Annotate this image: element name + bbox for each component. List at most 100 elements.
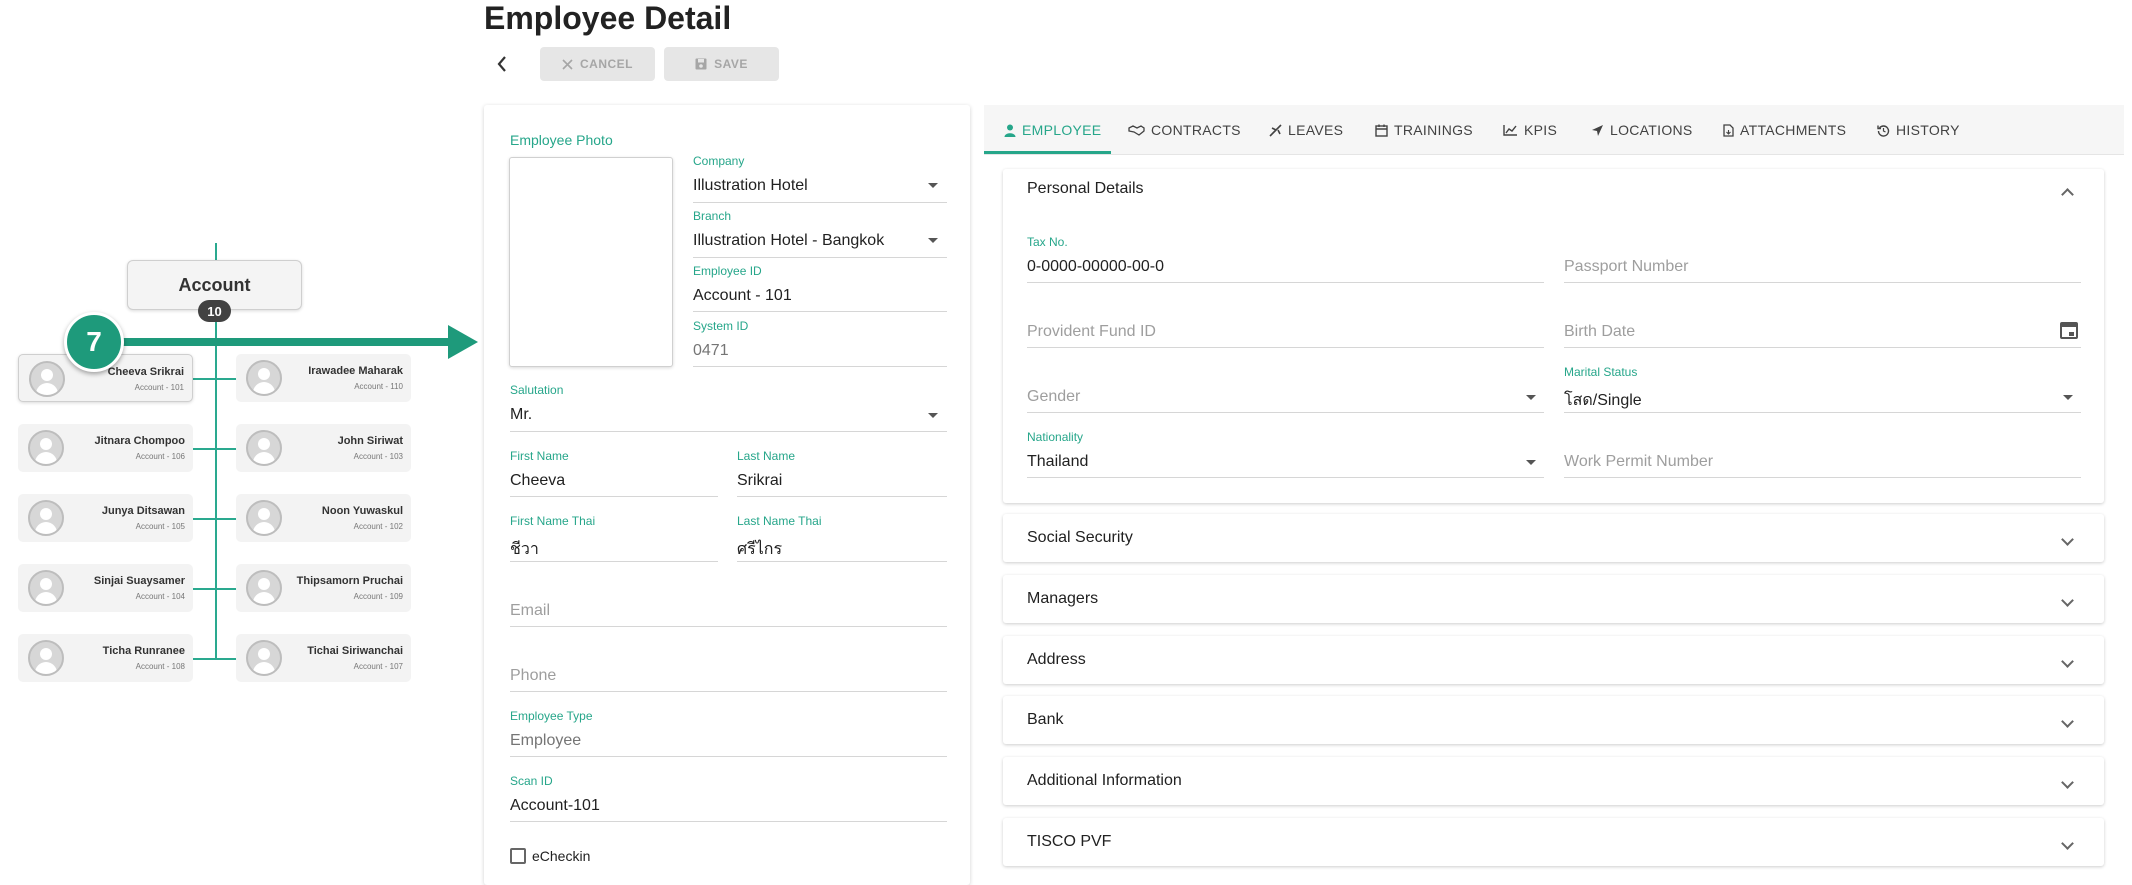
tisco-pvf-section[interactable] [1003, 818, 2104, 866]
employee-code: Account - 106 [135, 452, 185, 461]
step-number-badge: 7 [64, 312, 124, 372]
personal-details-header[interactable]: Personal Details [1027, 180, 1144, 198]
employee-card[interactable]: John Siriwat Account - 103 [236, 424, 411, 472]
bank-section[interactable] [1003, 696, 2104, 744]
tab-locations[interactable]: LOCATIONS [1591, 105, 1693, 155]
field-underline [510, 691, 947, 692]
echeckin-checkbox[interactable] [510, 848, 526, 864]
tab-label: LOCATIONS [1610, 122, 1693, 138]
field-underline [1564, 347, 2081, 348]
field-underline [1564, 412, 2081, 413]
employee-id-input[interactable]: Account - 101 [693, 287, 792, 305]
employee-name: Irawadee Maharak [308, 365, 403, 377]
cancel-button[interactable]: CANCEL [540, 47, 655, 81]
tab-attachments[interactable]: ATTACHMENTS [1723, 105, 1846, 155]
chevron-down-icon [1526, 395, 1536, 400]
handshake-icon [1128, 125, 1145, 136]
employee-id-label: Employee ID [693, 264, 762, 278]
field-underline [1027, 282, 1544, 283]
company-select[interactable]: Illustration Hotel [693, 177, 808, 195]
branch-select[interactable]: Illustration Hotel - Bangkok [693, 232, 884, 250]
field-underline [510, 821, 947, 822]
personal-details-section [1003, 169, 2104, 503]
work-permit-input[interactable]: Work Permit Number [1564, 453, 1713, 471]
save-label: SAVE [714, 57, 748, 71]
phone-input[interactable]: Phone [510, 667, 556, 685]
last-name-input[interactable]: Srikrai [737, 472, 782, 490]
employee-card[interactable]: Jitnara Chompoo Account - 106 [18, 424, 193, 472]
managers-section[interactable] [1003, 575, 2104, 623]
back-button[interactable] [495, 52, 515, 76]
avatar [28, 500, 64, 536]
tab-trainings[interactable]: TRAININGS [1375, 105, 1473, 155]
field-underline [1027, 347, 1544, 348]
employee-card[interactable]: Ticha Runranee Account - 108 [18, 634, 193, 682]
salutation-label: Salutation [510, 383, 564, 397]
save-icon [695, 58, 707, 70]
field-underline [737, 561, 947, 562]
employee-name: Cheeva Srikrai [107, 366, 184, 378]
tab-contracts[interactable]: CONTRACTS [1128, 105, 1241, 155]
field-underline [693, 257, 947, 258]
employee-card[interactable]: Sinjai Suaysamer Account - 104 [18, 564, 193, 612]
address-section[interactable] [1003, 636, 2104, 684]
echeckin-label: eCheckin [532, 848, 591, 864]
section-title: Managers [1027, 590, 1099, 607]
passport-number-input[interactable]: Passport Number [1564, 258, 1689, 276]
tab-kpis[interactable]: KPIS [1503, 105, 1557, 155]
last-name-thai-label: Last Name Thai [737, 514, 822, 528]
first-name-input[interactable]: Cheeva [510, 472, 565, 490]
gender-select[interactable]: Gender [1027, 388, 1080, 406]
employee-card[interactable]: Noon Yuwaskul Account - 102 [236, 494, 411, 542]
calendar-icon [1375, 124, 1388, 137]
employee-type-field[interactable]: Employee [510, 732, 581, 750]
calendar-icon[interactable] [2060, 322, 2078, 339]
provident-fund-input[interactable]: Provident Fund ID [1027, 323, 1156, 341]
section-title: Additional Information [1027, 772, 1182, 789]
employee-name: John Siriwat [337, 435, 403, 447]
scan-id-input[interactable]: Account-101 [510, 797, 600, 815]
avatar [246, 360, 282, 396]
field-underline [1027, 477, 1544, 478]
employee-card[interactable]: Tichai Siriwanchai Account - 107 [236, 634, 411, 682]
save-button[interactable]: SAVE [664, 47, 779, 81]
org-connector [193, 378, 237, 380]
employee-card[interactable]: Thipsamorn Pruchai Account - 109 [236, 564, 411, 612]
salutation-select[interactable]: Mr. [510, 406, 532, 424]
step-arrow-shaft [120, 338, 455, 346]
chevron-down-icon [928, 183, 938, 188]
employee-photo-label: Employee Photo [510, 132, 613, 148]
field-underline [737, 496, 947, 497]
first-name-thai-input[interactable]: ชีวา [510, 537, 539, 562]
employee-card[interactable]: Irawadee Maharak Account - 110 [236, 354, 411, 402]
tab-label: KPIS [1524, 122, 1558, 138]
tax-no-input[interactable]: 0-0000-00000-00-0 [1027, 258, 1164, 276]
avatar [246, 430, 282, 466]
marital-status-select[interactable]: โสด/Single [1564, 388, 1642, 413]
employee-name: Junya Ditsawan [101, 505, 185, 517]
employee-photo[interactable] [509, 157, 673, 367]
avatar [28, 640, 64, 676]
employee-card[interactable]: Junya Ditsawan Account - 105 [18, 494, 193, 542]
tab-label: CONTRACTS [1151, 122, 1241, 138]
field-underline [510, 496, 718, 497]
chevron-down-icon [928, 238, 938, 243]
birth-date-input[interactable]: Birth Date [1564, 323, 1635, 341]
tab-leaves[interactable]: LEAVES [1269, 105, 1343, 155]
tab-history[interactable]: HISTORY [1877, 105, 1960, 155]
first-name-thai-label: First Name Thai [510, 514, 596, 528]
tab-label: EMPLOYEE [1022, 122, 1102, 138]
nationality-select[interactable]: Thailand [1027, 453, 1088, 471]
avatar [28, 430, 64, 466]
social-security-section[interactable] [1003, 514, 2104, 562]
employee-name: Jitnara Chompoo [94, 435, 185, 447]
org-connector [215, 322, 217, 660]
avatar [246, 570, 282, 606]
field-underline [693, 202, 947, 203]
section-title: Bank [1027, 711, 1064, 728]
employee-type-label: Employee Type [510, 709, 593, 723]
email-input[interactable]: Email [510, 602, 550, 620]
last-name-thai-input[interactable]: ศรีไกร [737, 537, 782, 562]
chevron-down-icon [1526, 460, 1536, 465]
tab-employee[interactable]: EMPLOYEE [1004, 105, 1101, 155]
